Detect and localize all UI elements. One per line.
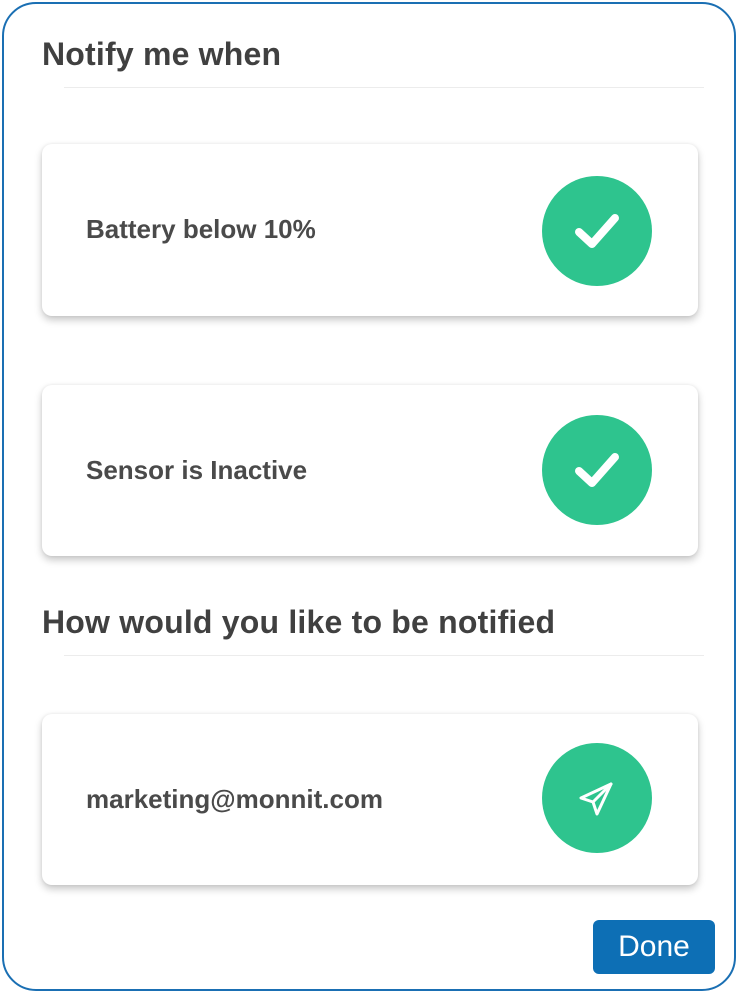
notification-settings-panel: Notify me when Battery below 10% Sensor … <box>2 2 736 991</box>
condition-card-battery: Battery below 10% <box>42 144 698 316</box>
method-section-title: How would you like to be notified <box>42 604 556 640</box>
email-method-card: marketing@monnit.com <box>42 714 698 885</box>
send-email-button[interactable] <box>542 743 652 853</box>
email-address-label: marketing@monnit.com <box>86 784 383 814</box>
send-icon <box>573 774 621 822</box>
section-divider <box>64 87 704 88</box>
condition-card-inactive: Sensor is Inactive <box>42 385 698 556</box>
condition-label: Sensor is Inactive <box>86 455 308 485</box>
notify-section-title: Notify me when <box>42 36 282 72</box>
inactive-check-toggle[interactable] <box>542 415 652 525</box>
section-divider <box>64 655 704 656</box>
checkmark-icon <box>569 203 625 259</box>
battery-check-toggle[interactable] <box>542 176 652 286</box>
done-button[interactable]: Done <box>593 920 715 974</box>
checkmark-icon <box>569 442 625 498</box>
condition-label: Battery below 10% <box>86 214 316 244</box>
